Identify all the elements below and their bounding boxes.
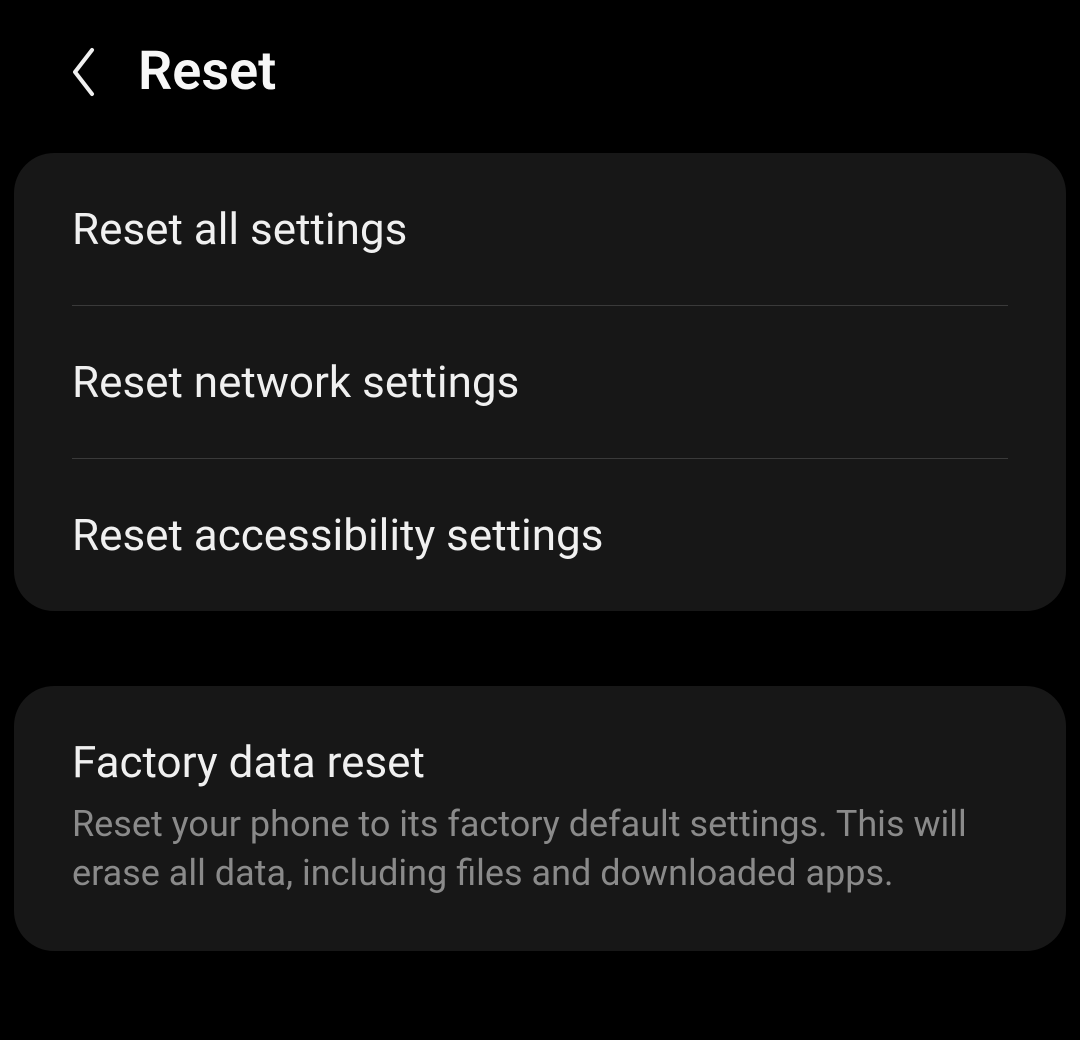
list-item-title: Reset network settings [72, 356, 1008, 408]
list-item-title: Factory data reset [72, 736, 1008, 788]
reset-accessibility-settings-item[interactable]: Reset accessibility settings [14, 459, 1066, 611]
factory-data-reset-item[interactable]: Factory data reset Reset your phone to i… [14, 686, 1066, 951]
reset-network-settings-item[interactable]: Reset network settings [14, 306, 1066, 458]
list-item-description: Reset your phone to its factory default … [72, 800, 1008, 897]
list-item-title: Reset all settings [72, 203, 1008, 255]
reset-all-settings-item[interactable]: Reset all settings [14, 153, 1066, 305]
settings-group-1: Reset all settings Reset network setting… [14, 153, 1066, 611]
back-icon[interactable] [70, 47, 100, 97]
header: Reset [0, 0, 1080, 133]
settings-group-2: Factory data reset Reset your phone to i… [14, 686, 1066, 951]
list-item-title: Reset accessibility settings [72, 509, 1008, 561]
page-title: Reset [138, 40, 276, 103]
